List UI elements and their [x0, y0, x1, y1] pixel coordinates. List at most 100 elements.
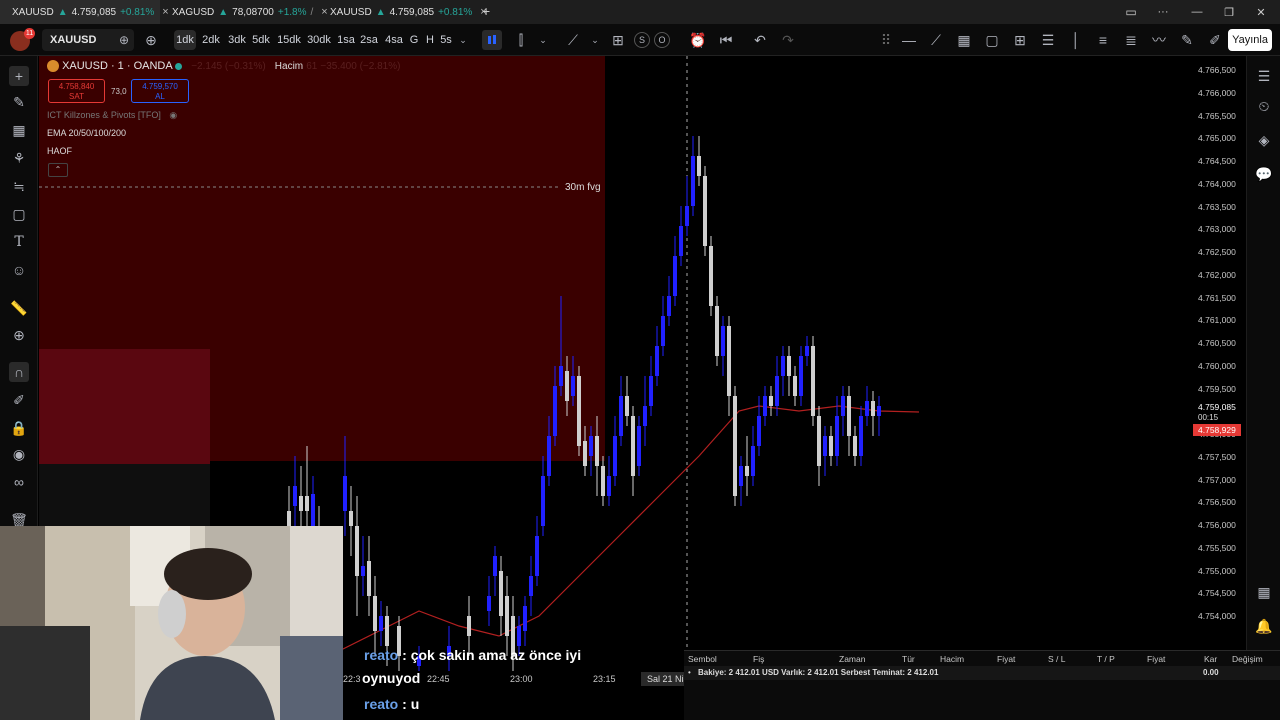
chevron-down-icon[interactable]: ⌄ — [453, 30, 473, 50]
indicator-killzones[interactable]: ICT Killzones & Pivots [TFO] ◉ — [47, 110, 177, 121]
col-price[interactable]: Fiyat — [997, 654, 1015, 664]
candles-icon[interactable] — [482, 30, 502, 50]
fib-tool-icon[interactable]: ≡ — [1093, 30, 1113, 50]
lock-draw-icon[interactable]: ✐ — [9, 390, 29, 410]
indicator-ema[interactable]: EMA 20/50/100/200 — [47, 128, 126, 138]
interval-4sa[interactable]: 4sa — [385, 30, 403, 50]
alert-icon[interactable]: ⏲ — [1254, 96, 1274, 116]
compare-icon[interactable]: ⊕ — [114, 30, 134, 50]
ruler-icon[interactable]: 📏 — [9, 298, 29, 318]
more-icon[interactable]: ··· — [1148, 0, 1178, 24]
restore-button[interactable]: ❐ — [1214, 0, 1244, 24]
tab-xauusd-1[interactable]: XAUUSD ▲ 4.759,085 +0.81% × — [0, 0, 169, 24]
col-sl[interactable]: S / L — [1048, 654, 1065, 664]
fib-icon[interactable]: ▦ — [9, 120, 29, 140]
tab-xagusd[interactable]: XAGUSD ▲ 78,08700 +1.8% / × — [160, 0, 328, 24]
trendline-tool-icon[interactable]: ⟋ — [926, 30, 946, 50]
new-tab-button[interactable]: + — [482, 3, 490, 19]
alert-add-icon[interactable]: ⏰ — [688, 30, 708, 50]
col-volume[interactable]: Hacim — [940, 654, 964, 664]
tab-xauusd-2[interactable]: XAUUSD ▲ 4.759,085 +0.81% × — [318, 0, 487, 24]
candle-body — [697, 156, 701, 176]
drag-handle-icon[interactable]: ⠿ — [876, 30, 896, 50]
col-tp[interactable]: T / P — [1097, 654, 1115, 664]
lock-icon[interactable]: 🔒 — [9, 418, 29, 438]
legend-change: −2.145 (−0.31%) — [191, 61, 266, 72]
pitchfork-icon[interactable]: ⊞ — [1010, 30, 1030, 50]
indicators-icon[interactable]: ⟋ — [563, 30, 583, 50]
interval-5dk[interactable]: 5dk — [250, 30, 272, 50]
fib-extension-icon[interactable]: ≣ — [1121, 30, 1141, 50]
calendar-icon[interactable]: ▦ — [1254, 582, 1274, 602]
interval-G[interactable]: G — [408, 30, 420, 50]
highlighter-icon[interactable]: ✐ — [1205, 30, 1225, 50]
indicator-haof[interactable]: HAOF — [47, 146, 72, 156]
tab-change: +1.8% — [277, 6, 307, 18]
add-symbol-icon[interactable]: ⊕ — [141, 30, 161, 50]
candle-body — [871, 401, 875, 416]
bar-chart-icon[interactable]: ⫿ — [511, 30, 531, 50]
rectangle-tool-icon[interactable]: ▢ — [982, 30, 1002, 50]
minimize-button[interactable]: — — [1182, 0, 1212, 24]
buy-button[interactable]: 4.759,570 AL — [131, 79, 189, 103]
col-time[interactable]: Zaman — [839, 654, 865, 664]
chat-icon[interactable]: 💬 — [1254, 164, 1274, 184]
templates-icon[interactable]: ⊞ — [608, 30, 628, 50]
horizontal-line-icon[interactable]: — — [899, 30, 919, 50]
layers-icon[interactable]: ◈ — [1254, 130, 1274, 150]
o-button[interactable]: O — [654, 32, 670, 48]
screen-icon[interactable]: ▭ — [1116, 0, 1146, 24]
eye-icon[interactable]: ◉ — [9, 444, 29, 464]
col-symbol[interactable]: Sembol — [688, 654, 717, 664]
vertical-line-icon[interactable]: │ — [1066, 30, 1086, 50]
s-button[interactable]: S — [634, 32, 650, 48]
forecast-icon[interactable]: ≒ — [9, 176, 29, 196]
text-icon[interactable]: T — [9, 232, 29, 252]
interval-30dk[interactable]: 30dk — [306, 30, 332, 50]
close-window-button[interactable]: ✕ — [1246, 0, 1276, 24]
pattern-icon[interactable]: ⚘ — [9, 148, 29, 168]
col-type[interactable]: Tür — [902, 654, 915, 664]
col-price-2[interactable]: Fiyat — [1147, 654, 1165, 664]
col-profit[interactable]: Kar — [1204, 654, 1217, 664]
bell-icon[interactable]: 🔔 — [1254, 616, 1274, 636]
trendline-icon[interactable]: ✎ — [9, 92, 29, 112]
interval-3dk[interactable]: 3dk — [226, 30, 248, 50]
candle-body — [355, 526, 359, 576]
shape-icon[interactable]: ▢ — [9, 204, 29, 224]
watchlist-icon[interactable]: ☰ — [1254, 66, 1274, 86]
interval-1dk[interactable]: 1dk — [174, 30, 196, 50]
magnet-icon[interactable]: ∩ — [9, 362, 29, 382]
wave-tool-icon[interactable]: 〰 — [1149, 30, 1169, 50]
brush-tool-icon[interactable]: ✎ — [1177, 30, 1197, 50]
interval-2dk[interactable]: 2dk — [200, 30, 222, 50]
chevron-down-icon[interactable]: ⌄ — [533, 30, 553, 50]
eye-icon[interactable]: ◉ — [169, 110, 177, 120]
collapse-legend-icon[interactable]: ⌃ — [48, 163, 68, 177]
candle-body — [691, 156, 695, 206]
candle-body — [781, 356, 785, 376]
col-change[interactable]: Değişim — [1232, 654, 1263, 664]
redo-icon[interactable]: ↷ — [778, 30, 798, 50]
undo-icon[interactable]: ↶ — [750, 30, 770, 50]
candle-body — [685, 206, 689, 226]
candle-body — [541, 476, 545, 526]
grid-tool-icon[interactable]: ▦ — [954, 30, 974, 50]
lines-tool-icon[interactable]: ☰ — [1038, 30, 1058, 50]
zoom-icon[interactable]: ⊕ — [9, 325, 29, 345]
interval-5s[interactable]: 5s — [440, 30, 452, 50]
interval-15dk[interactable]: 15dk — [276, 30, 302, 50]
interval-1sa[interactable]: 1sa — [337, 30, 355, 50]
interval-2sa[interactable]: 2sa — [360, 30, 378, 50]
publish-button[interactable]: Yayınla — [1228, 29, 1272, 51]
emoji-icon[interactable]: ☺ — [9, 260, 29, 280]
sell-button[interactable]: 4.758,840 SAT — [48, 79, 105, 103]
interval-H[interactable]: H — [424, 30, 436, 50]
col-ticket[interactable]: Fiş — [753, 654, 764, 664]
candle-body — [703, 176, 707, 246]
candle-body — [793, 376, 797, 396]
chevron-down-icon[interactable]: ⌄ — [585, 30, 605, 50]
replay-icon[interactable]: ⏮ — [716, 30, 736, 50]
link-icon[interactable]: ∞ — [9, 472, 29, 492]
crosshair-icon[interactable]: + — [9, 66, 29, 86]
